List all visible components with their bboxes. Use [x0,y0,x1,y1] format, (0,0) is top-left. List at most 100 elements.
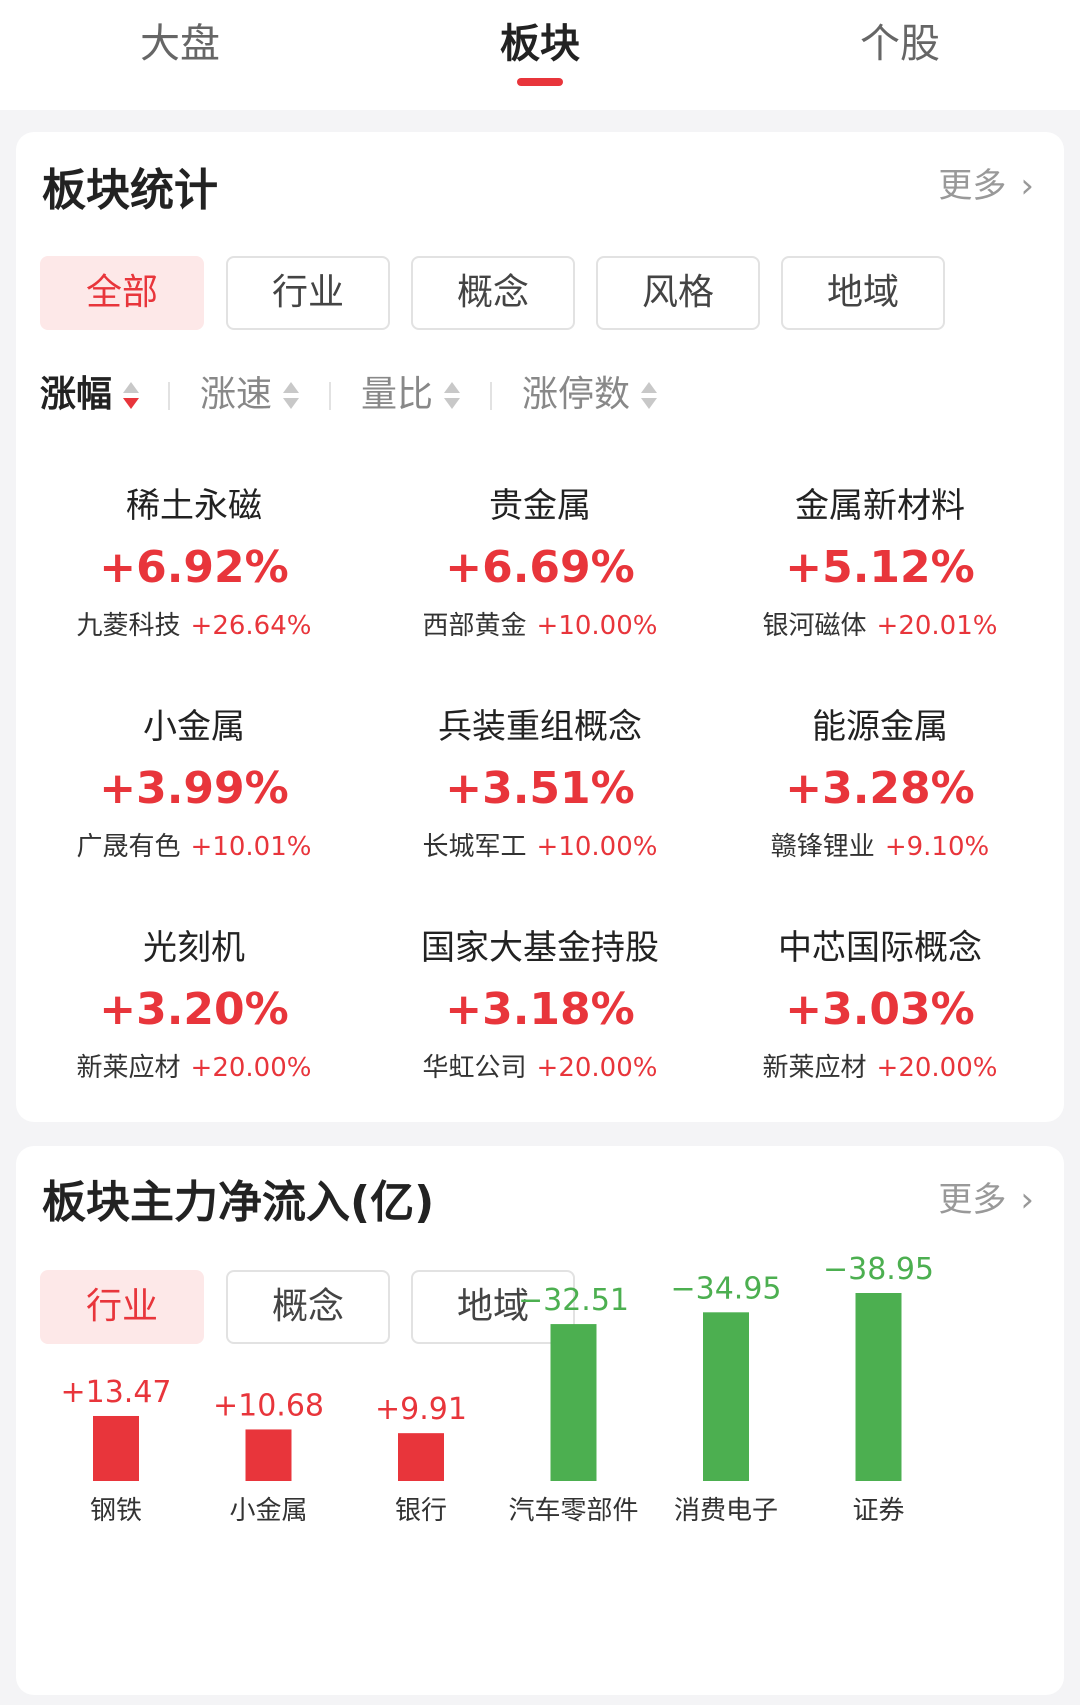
leading-stock-change: +20.00% [536,1053,658,1083]
sector-change: +3.18% [445,984,635,1035]
leading-stock-name: 华虹公司 [422,1053,527,1083]
leading-stock-name: 赣锋锂业 [770,832,875,862]
sector-name: 中芯国际概念 [778,928,982,968]
sort-limit-up-label: 涨停数 [522,374,631,415]
sector-cell[interactable]: 中芯国际概念 +3.03% 新莱应材 +20.00% [710,926,1050,1088]
sort-limit-up-count[interactable]: 涨停数 [522,370,658,420]
divider [329,382,331,410]
leading-stock-change: +9.10% [884,832,990,862]
sector-name: 国家大基金持股 [421,928,659,968]
bar-value-label: −34.95 [670,1271,781,1306]
leading-stock: 西部黄金 +10.00% [370,606,710,646]
filter-concept[interactable]: 概念 [411,256,575,330]
leading-stock: 九菱科技 +26.64% [24,606,364,646]
sort-volume-ratio-label: 量比 [361,374,434,415]
sort-arrows-icon [122,379,140,413]
divider [168,382,170,410]
bar-category-label: 钢铁 [90,1496,142,1526]
leading-stock: 赣锋锂业 +9.10% [710,827,1050,867]
leading-stock-name: 西部黄金 [422,611,527,641]
active-tab-indicator [517,78,563,86]
bar-0[interactable] [93,1415,139,1481]
sector-change: +3.20% [99,984,289,1035]
sector-change: +5.12% [785,542,975,593]
tab-market[interactable]: 大盘 [80,14,280,74]
sector-stats-title: 板块统计 [42,165,218,216]
leading-stock: 新莱应材 +20.00% [24,1048,364,1088]
filter-all[interactable]: 全部 [40,256,204,330]
leading-stock-change: +20.01% [876,611,998,641]
bar-3[interactable] [550,1324,597,1481]
sector-stats-card: 板块统计 更多 › 全部 行业 概念 风格 地域 涨幅 涨速 量比 涨停数 稀土永… [16,132,1064,1122]
leading-stock-name: 银河磁体 [762,611,867,641]
sector-cell[interactable]: 兵装重组概念 +3.51% 长城军工 +10.00% [370,705,710,867]
sector-name: 贵金属 [489,486,591,526]
sector-change: +3.03% [785,984,975,1035]
leading-stock-name: 新莱应材 [76,1053,181,1083]
leading-stock: 长城军工 +10.00% [370,827,710,867]
sector-change: +6.92% [99,542,289,593]
sector-name: 兵装重组概念 [438,707,642,747]
sort-arrows-icon [443,379,461,413]
sort-speed[interactable]: 涨速 [200,370,300,420]
leading-stock-change: +10.00% [536,832,658,862]
tab-stock[interactable]: 个股 [800,14,1000,74]
sector-change: +6.69% [445,542,635,593]
chevron-right-icon: › [1020,166,1034,206]
leading-stock-name: 广晟有色 [76,832,181,862]
sector-change: +3.51% [445,763,635,814]
net-inflow-bar-chart: +13.47 钢铁 +10.68 小金属 +9.91 银行 −32.51 汽车零部件 −34.9… [60,1252,934,1526]
bar-category-label: 消费电子 [674,1496,778,1526]
sector-name: 能源金属 [812,707,948,747]
sector-change: +3.28% [785,763,975,814]
sort-speed-label: 涨速 [200,374,273,415]
leading-stock-name: 九菱科技 [76,611,181,641]
bar-2[interactable] [398,1433,444,1481]
bar-4[interactable] [703,1312,749,1481]
sector-name: 小金属 [143,707,245,747]
sort-gain-label: 涨幅 [40,374,113,415]
leading-stock-name: 新莱应材 [762,1053,867,1083]
tab-sector-label: 板块 [500,21,580,67]
sector-cell[interactable]: 光刻机 +3.20% 新莱应材 +20.00% [24,926,364,1088]
sector-cell[interactable]: 金属新材料 +5.12% 银河磁体 +20.01% [710,484,1050,646]
leading-stock-change: +26.64% [190,611,312,641]
sector-cell[interactable]: 稀土永磁 +6.92% 九菱科技 +26.64% [24,484,364,646]
bar-1[interactable] [245,1429,292,1481]
leading-stock-change: +10.00% [536,611,658,641]
bar-category-label: 证券 [852,1496,904,1526]
leading-stock-name: 长城军工 [422,832,527,862]
sector-name: 稀土永磁 [126,486,262,526]
sort-gain[interactable]: 涨幅 [40,370,140,420]
leading-stock: 华虹公司 +20.00% [370,1048,710,1088]
leading-stock: 银河磁体 +20.01% [710,606,1050,646]
tab-sector[interactable]: 板块 [440,14,640,86]
sector-name: 光刻机 [143,928,245,968]
net-inflow-card: 板块主力净流入(亿) 更多 › 行业 概念 地域 +13.47 钢铁 +10.68 小金… [16,1146,1064,1695]
leading-stock-change: +10.01% [190,832,312,862]
bar-category-label: 银行 [395,1496,447,1526]
sector-cell[interactable]: 小金属 +3.99% 广晟有色 +10.01% [24,705,364,867]
leading-stock: 广晟有色 +10.01% [24,827,364,867]
filter-style[interactable]: 风格 [596,256,760,330]
leading-stock-change: +20.00% [190,1053,312,1083]
filter-industry[interactable]: 行业 [226,256,390,330]
sector-cell[interactable]: 能源金属 +3.28% 赣锋锂业 +9.10% [710,705,1050,867]
sector-change: +3.99% [99,763,289,814]
leading-stock-change: +20.00% [876,1053,998,1083]
divider [490,382,492,410]
bar-value-label: +13.47 [60,1375,171,1410]
sort-arrows-icon [640,379,658,413]
sector-cell[interactable]: 贵金属 +6.69% 西部黄金 +10.00% [370,484,710,646]
sector-name: 金属新材料 [795,486,965,526]
top-tab-bar: 大盘 板块 个股 [0,0,1080,110]
sort-arrows-icon [282,379,300,413]
sector-cell[interactable]: 国家大基金持股 +3.18% 华虹公司 +20.00% [370,926,710,1088]
more-label: 更多 [938,166,1007,206]
bar-5[interactable] [855,1293,902,1481]
filter-region[interactable]: 地域 [781,256,945,330]
bar-category-label: 汽车零部件 [508,1496,638,1526]
sector-stats-more-link[interactable]: 更多 › [938,158,1034,207]
sort-volume-ratio[interactable]: 量比 [361,370,461,420]
leading-stock: 新莱应材 +20.00% [710,1048,1050,1088]
